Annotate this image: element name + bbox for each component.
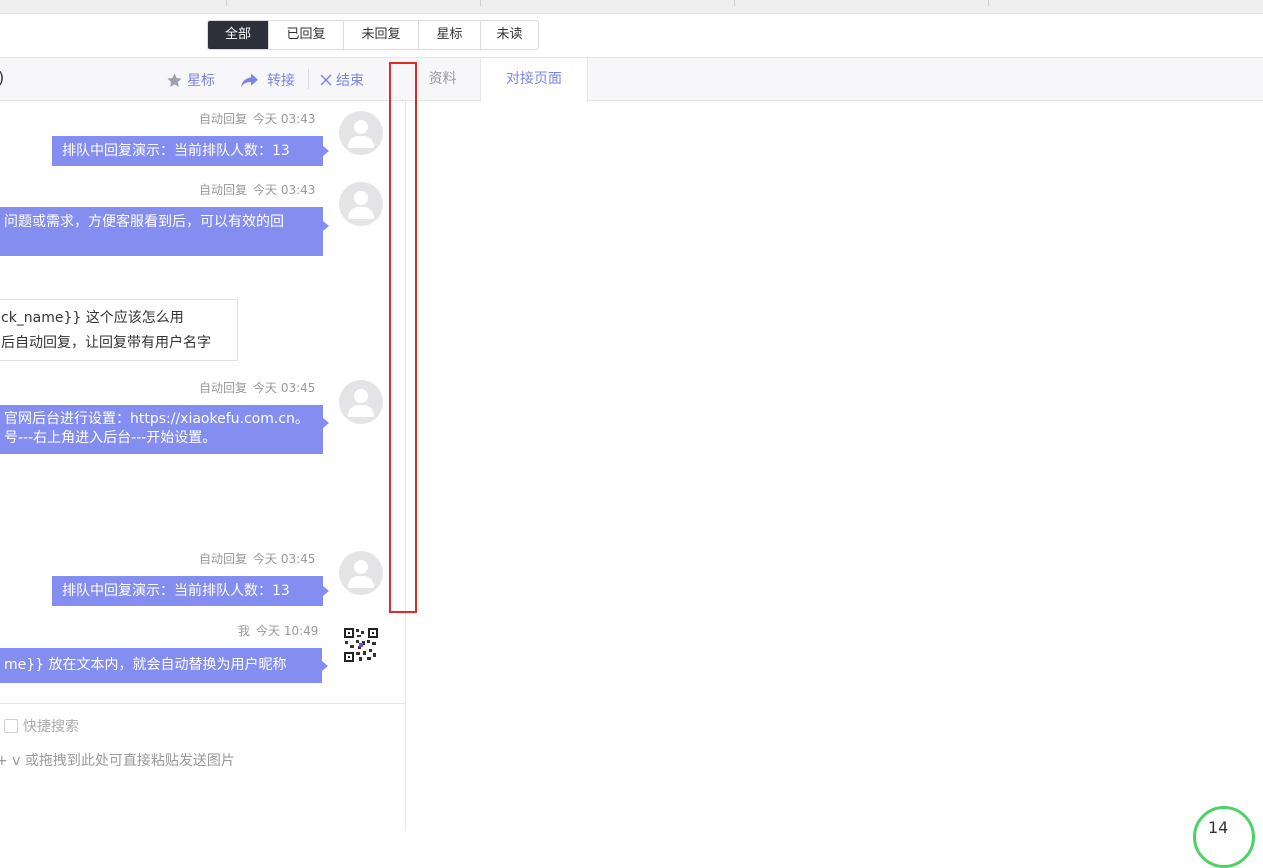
end-label: 结束 bbox=[336, 73, 364, 89]
star-button[interactable]: 星标 bbox=[166, 70, 215, 90]
bubble-tail bbox=[323, 418, 329, 428]
message-sender: 自动回复 bbox=[199, 552, 248, 566]
message-bubble: 排队中回复演示：当前排队人数：13 bbox=[52, 136, 323, 166]
progress-ring-value: 14 bbox=[1208, 818, 1229, 837]
star-label: 星标 bbox=[187, 73, 215, 89]
progress-ring-widget[interactable] bbox=[1193, 806, 1255, 868]
filter-tab-group: 全部 已回复 未回复 星标 未读 bbox=[207, 20, 539, 50]
right-panel-header: 资料 对接页面 bbox=[405, 58, 1263, 102]
message-text: 号---右上角进入后台---开始设置。 bbox=[4, 430, 217, 446]
transfer-button[interactable]: 转接 bbox=[240, 70, 295, 90]
message-meta: 自动回复 今天 03:45 bbox=[199, 379, 315, 396]
chat-title: ) bbox=[0, 68, 4, 87]
message-bubble: 问题或需求，方便客服看到后，可以有效的回 bbox=[0, 207, 323, 256]
user-icon bbox=[354, 191, 368, 205]
message-text: ck_name}} 这个应该怎么用 bbox=[1, 310, 184, 326]
quick-search-label: 快捷搜索 bbox=[23, 719, 79, 735]
avatar[interactable] bbox=[339, 111, 383, 155]
header-divider bbox=[308, 69, 309, 89]
message-sender: 自动回复 bbox=[199, 112, 248, 126]
message-text: me}} 放在文本内，就会自动替换为用户昵称 bbox=[4, 657, 287, 673]
message-meta: 自动回复 今天 03:43 bbox=[199, 110, 315, 127]
message-time: 今天 03:45 bbox=[253, 381, 316, 395]
message-input-hint[interactable]: + v 或拖拽到此处可直接粘贴发送图片 bbox=[0, 750, 235, 770]
filter-tab-starred[interactable]: 星标 bbox=[419, 21, 481, 49]
message-time: 今天 03:45 bbox=[253, 552, 316, 566]
visitor-message-bubble: ck_name}} 这个应该怎么用 后自动回复，让回复带有用户名字 bbox=[0, 299, 238, 361]
tab-separator bbox=[480, 0, 481, 6]
star-icon bbox=[167, 72, 182, 87]
message-meta: 自动回复 今天 03:43 bbox=[199, 181, 315, 198]
filter-tab-replied[interactable]: 已回复 bbox=[269, 21, 344, 49]
message-text: 后自动回复，让回复带有用户名字 bbox=[1, 335, 211, 351]
message-time: 今天 10:49 bbox=[256, 624, 319, 638]
message-sender: 自动回复 bbox=[199, 183, 248, 197]
top-tab-strip bbox=[0, 0, 1263, 14]
transfer-label: 转接 bbox=[267, 73, 295, 89]
chat-header: ) 星标 转接 结束 bbox=[0, 58, 405, 101]
resize-handle-highlight[interactable] bbox=[389, 62, 417, 613]
conversation-filter-bar: 全部 已回复 未回复 星标 未读 bbox=[0, 14, 1263, 58]
filter-tab-unread[interactable]: 未读 bbox=[481, 21, 538, 49]
message-sender: 我 bbox=[238, 624, 251, 638]
quick-search-toggle[interactable]: 快捷搜索 bbox=[4, 716, 79, 736]
message-text: 官网后台进行设置：https://xiaokefu.com.cn。 bbox=[4, 411, 309, 427]
message-bubble: me}} 放在文本内，就会自动替换为用户昵称 bbox=[0, 648, 322, 683]
tab-docking-page[interactable]: 对接页面 bbox=[480, 58, 588, 102]
bubble-tail bbox=[323, 221, 329, 231]
tab-separator bbox=[226, 0, 227, 6]
close-icon bbox=[320, 74, 332, 86]
tab-separator bbox=[988, 0, 989, 6]
filter-tab-unreplied[interactable]: 未回复 bbox=[344, 21, 419, 49]
bubble-tail bbox=[322, 661, 328, 671]
qr-code-avatar[interactable] bbox=[343, 627, 379, 663]
message-meta: 自动回复 今天 03:45 bbox=[199, 550, 315, 567]
quick-search-checkbox[interactable] bbox=[4, 719, 18, 733]
user-icon bbox=[354, 560, 368, 574]
user-icon bbox=[354, 389, 368, 403]
avatar[interactable] bbox=[339, 551, 383, 595]
message-time: 今天 03:43 bbox=[253, 183, 316, 197]
message-time: 今天 03:43 bbox=[253, 112, 316, 126]
end-button[interactable]: 结束 bbox=[320, 70, 364, 90]
user-icon bbox=[354, 120, 368, 134]
qr-code-icon bbox=[343, 627, 379, 663]
message-text: 排队中回复演示：当前排队人数：13 bbox=[62, 583, 290, 599]
message-sender: 自动回复 bbox=[199, 381, 248, 395]
bubble-tail bbox=[323, 586, 329, 596]
input-divider bbox=[0, 703, 405, 704]
message-bubble: 排队中回复演示：当前排队人数：13 bbox=[52, 576, 323, 606]
filter-tab-all[interactable]: 全部 bbox=[208, 21, 269, 49]
bubble-tail bbox=[323, 146, 329, 156]
tab-separator bbox=[734, 0, 735, 6]
message-bubble: 官网后台进行设置：https://xiaokefu.com.cn。 号---右上… bbox=[0, 405, 323, 454]
message-text: 问题或需求，方便客服看到后，可以有效的回 bbox=[4, 214, 284, 230]
avatar[interactable] bbox=[339, 182, 383, 226]
message-meta: 我今天 10:49 bbox=[238, 622, 318, 639]
share-arrow-icon bbox=[241, 73, 258, 87]
message-text: 排队中回复演示：当前排队人数：13 bbox=[62, 143, 290, 159]
avatar[interactable] bbox=[339, 380, 383, 424]
